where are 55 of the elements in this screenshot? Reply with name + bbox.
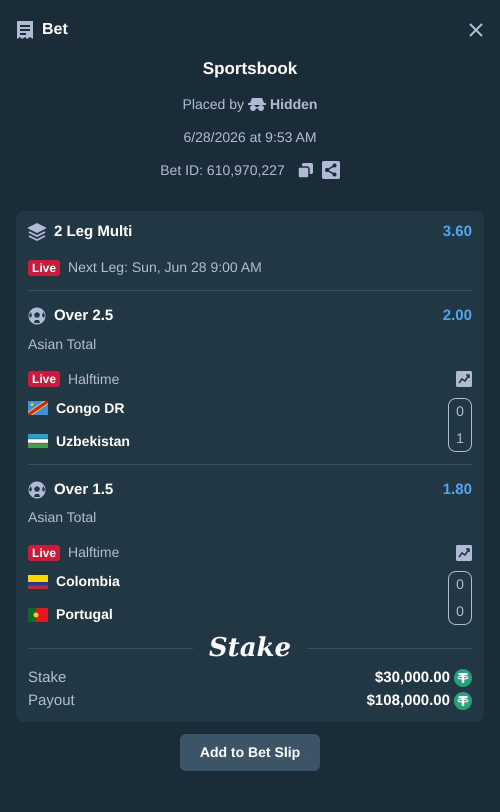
- multi-title: 2 Leg Multi: [54, 222, 132, 242]
- selection-name: Over 2.5: [54, 306, 114, 326]
- market-name: Asian Total: [28, 508, 98, 527]
- team-score: 0: [456, 575, 464, 594]
- team-name: Colombia: [56, 572, 120, 591]
- total-label: Payout: [28, 690, 75, 710]
- tether-coin-icon: [454, 692, 472, 710]
- flag-icon: [28, 434, 48, 448]
- odds-value: 2.00: [442, 306, 472, 326]
- sportsbook-title: Sportsbook: [202, 58, 298, 80]
- team-name: Uzbekistan: [56, 432, 130, 450]
- next-leg-time: Next Leg: Sun, Jun 28 9:00 AM: [68, 258, 262, 277]
- total-label: Stake: [28, 668, 66, 688]
- copy-icon: [296, 162, 314, 178]
- flag-icon: [28, 574, 48, 588]
- trend-chart-icon: [456, 371, 472, 387]
- live-badge: Live: [28, 544, 60, 560]
- odds-value: 1.80: [442, 480, 472, 500]
- brand-logo: Stake: [208, 635, 292, 661]
- soccer-ball-icon: [28, 480, 46, 499]
- stats-button[interactable]: [456, 371, 472, 387]
- incognito-icon: [248, 97, 266, 111]
- bet-id: Bet ID: 610,970,227: [160, 160, 285, 180]
- close-button[interactable]: [468, 22, 484, 38]
- copy-button[interactable]: [296, 162, 314, 178]
- match-status: Halftime: [68, 543, 120, 562]
- team-name: Congo DR: [56, 398, 124, 418]
- market-name: Asian Total: [28, 334, 98, 354]
- flag-icon: [28, 401, 48, 415]
- tether-coin-icon: [454, 669, 472, 688]
- team-name: Portugal: [56, 605, 113, 624]
- dialog-title: Bet: [42, 20, 68, 40]
- team-score: 0: [456, 602, 464, 621]
- match-status: Halftime: [68, 370, 120, 388]
- team-score: 0: [456, 402, 464, 420]
- live-badge: Live: [28, 260, 60, 276]
- soccer-ball-icon: [28, 307, 46, 326]
- total-amount: $30,000.00: [374, 668, 450, 688]
- stats-button[interactable]: [456, 544, 472, 560]
- total-amount: $108,000.00: [366, 690, 450, 710]
- odds-value: 3.60: [442, 222, 472, 242]
- placed-by-user: Hidden: [270, 94, 318, 114]
- live-badge: Live: [28, 371, 60, 387]
- bet-date: 6/28/2026 at 9:53 AM: [183, 128, 317, 146]
- flag-icon: [28, 608, 48, 622]
- layers-icon: [28, 222, 46, 241]
- share-icon: [322, 161, 340, 179]
- share-button[interactable]: [322, 161, 340, 179]
- placed-by-label: Placed by: [182, 94, 244, 114]
- add-to-bet-slip-button[interactable]: Add to Bet Slip: [180, 734, 320, 771]
- selection-name: Over 1.5: [54, 480, 114, 500]
- close-icon: [468, 22, 484, 38]
- receipt-icon: [16, 20, 34, 40]
- team-score: 1: [456, 428, 464, 448]
- trend-chart-icon: [456, 544, 472, 560]
